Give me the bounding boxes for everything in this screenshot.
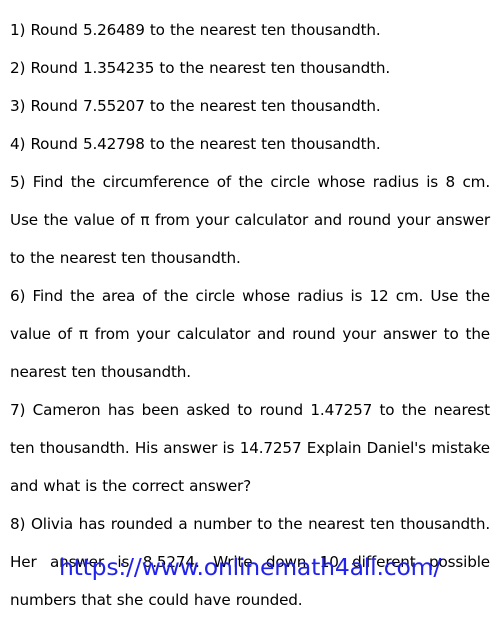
question-item-7: 7) Cameron has been asked to round 1.472… [10,401,490,495]
footer: https://www.onlinemath4all.com/ [0,552,500,582]
question-list: 1) Round 5.26489 to the nearest ten thou… [10,11,490,619]
question-item-3: 3) Round 7.55207 to the nearest ten thou… [10,97,381,115]
question-item-1: 1) Round 5.26489 to the nearest ten thou… [10,21,381,39]
worksheet-page: 1) Round 5.26489 to the nearest ten thou… [0,0,500,609]
website-url-link[interactable]: https://www.onlinemath4all.com/ [59,552,441,582]
question-item-5: 5) Find the circumference of the circle … [10,173,490,267]
question-item-2: 2) Round 1.354235 to the nearest ten tho… [10,59,391,77]
question-item-4: 4) Round 5.42798 to the nearest ten thou… [10,135,381,153]
question-item-6: 6) Find the area of the circle whose rad… [10,287,490,381]
